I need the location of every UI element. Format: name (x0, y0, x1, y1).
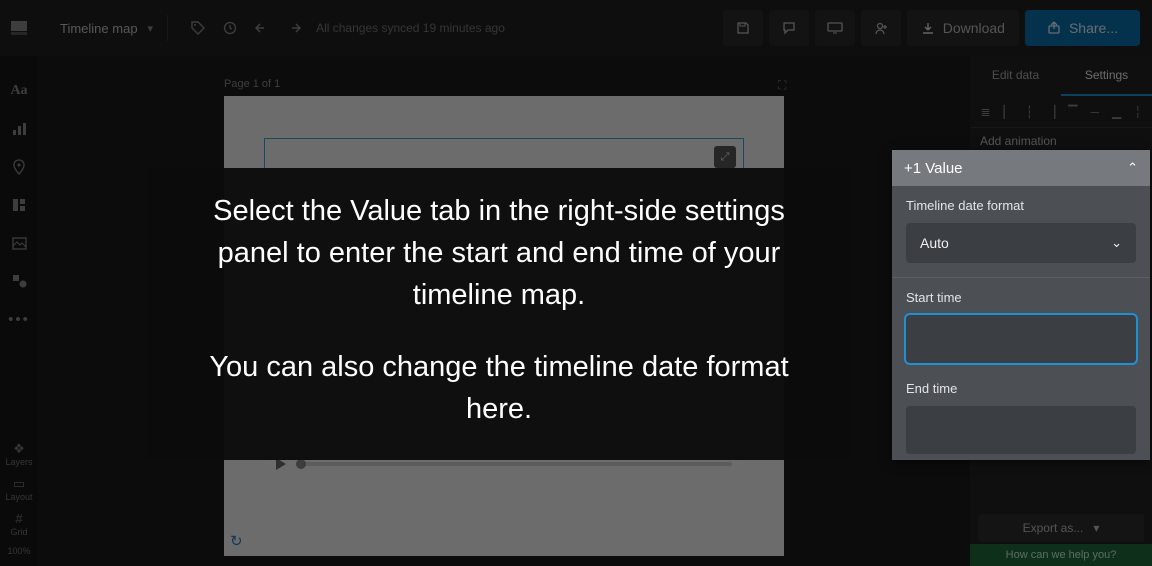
end-time-input[interactable] (906, 406, 1136, 454)
start-time-input[interactable] (906, 315, 1136, 363)
tip-paragraph-1: Select the Value tab in the right-side s… (181, 190, 817, 316)
chevron-up-icon: ⌃ (1127, 160, 1138, 176)
date-format-value: Auto (920, 235, 949, 251)
value-settings-popover: +1 Value ⌃ Timeline date format Auto ⌄ S… (892, 150, 1150, 460)
date-format-label: Timeline date format (906, 198, 1136, 213)
instruction-tooltip: Select the Value tab in the right-side s… (147, 168, 851, 460)
date-format-select[interactable]: Auto ⌄ (906, 223, 1136, 263)
start-time-label: Start time (906, 290, 1136, 305)
chevron-down-icon: ⌄ (1111, 235, 1122, 251)
tip-paragraph-2: You can also change the timeline date fo… (181, 346, 817, 430)
popover-title: +1 Value (904, 160, 963, 177)
end-time-label: End time (906, 381, 1136, 396)
popover-header[interactable]: +1 Value ⌃ (892, 150, 1150, 186)
